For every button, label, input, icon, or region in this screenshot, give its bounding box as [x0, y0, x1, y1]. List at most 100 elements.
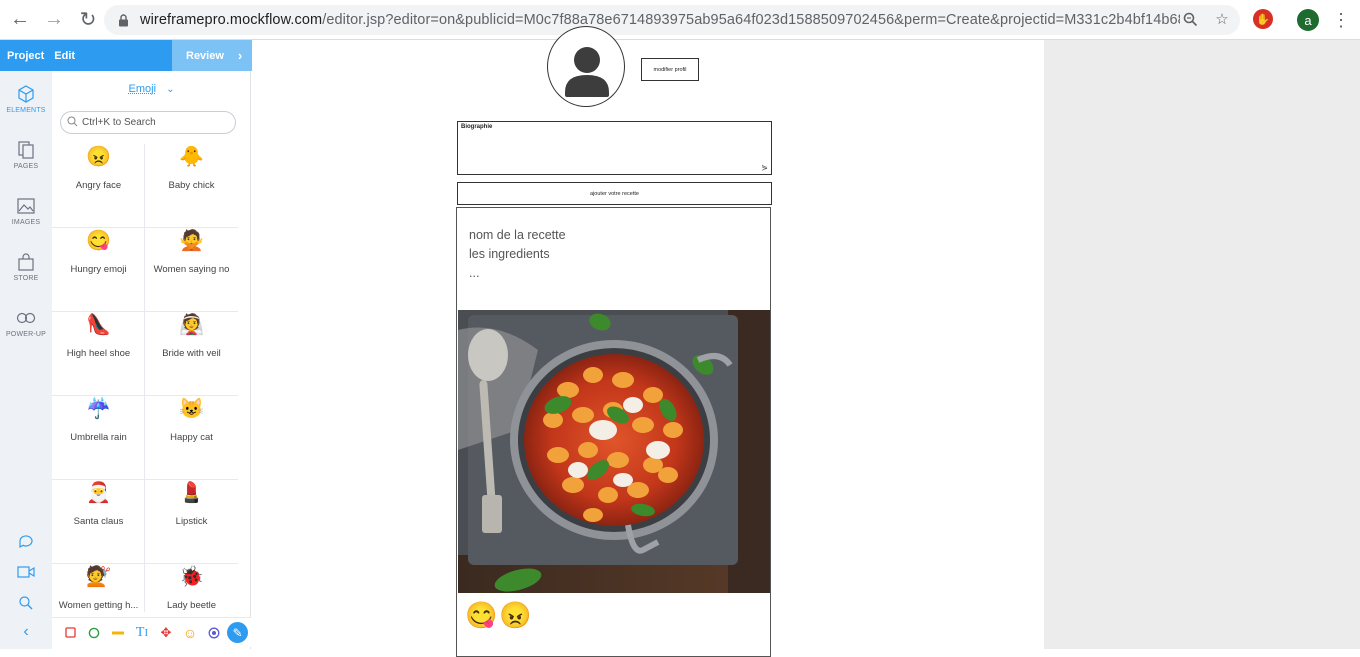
pages-icon: [0, 139, 52, 161]
angry-face-icon[interactable]: 😠: [499, 600, 531, 631]
biographie-textarea[interactable]: Biographie ⋟: [457, 121, 772, 175]
baby-chick-icon: 🐥: [145, 144, 238, 170]
rail-item-label: ELEMENTS: [0, 107, 52, 114]
category-label: Emoji: [129, 83, 157, 95]
collapse-chevron-icon[interactable]: ‹: [0, 623, 52, 641]
smiley-tool-icon[interactable]: ☺: [178, 623, 202, 643]
rail-item-elements[interactable]: ELEMENTS: [0, 83, 52, 114]
rail-item-label: IMAGES: [0, 219, 52, 226]
emoji-item-happy-cat[interactable]: 😺 Happy cat: [145, 396, 238, 480]
emoji-item-women-saying-no[interactable]: 🙅 Women saying no: [145, 228, 238, 312]
reload-icon[interactable]: ↻: [72, 4, 104, 36]
image-icon: [0, 195, 52, 217]
lady-beetle-icon: 🐞: [145, 564, 238, 590]
wireframe-canvas: modifier profil Biographie ⋟ ajouter vot…: [252, 40, 1044, 649]
rail-item-label: POWER-UP: [0, 331, 52, 338]
brush-tool-icon[interactable]: ✎: [227, 622, 248, 643]
emoji-item-bride[interactable]: 👰 Bride with veil: [145, 312, 238, 396]
emoji-label: Women getting h...: [54, 600, 143, 611]
back-icon[interactable]: ←: [4, 4, 36, 36]
emoji-item-lady-beetle[interactable]: 🐞 Lady beetle: [145, 564, 238, 612]
rail-item-label: STORE: [0, 275, 52, 282]
line-tool-icon[interactable]: [106, 623, 130, 643]
shape-toolbar: TI ✥ ☺ ✎: [52, 617, 251, 647]
emoji-label: Angry face: [54, 180, 143, 191]
emoji-item-angry-face[interactable]: 😠 Angry face: [52, 144, 145, 228]
emoji-label: Baby chick: [147, 180, 236, 191]
resize-grip-icon[interactable]: ⋟: [761, 163, 768, 172]
emoji-item-santa[interactable]: 🎅 Santa claus: [52, 480, 145, 564]
emoji-item-high-heel[interactable]: 👠 High heel shoe: [52, 312, 145, 396]
text-tool-label: T: [136, 625, 145, 641]
emoji-label: Women saying no: [147, 264, 236, 275]
rail-item-power-up[interactable]: POWER-UP: [0, 307, 52, 338]
umbrella-rain-icon: ☔: [52, 396, 145, 422]
move-tool-icon[interactable]: ✥: [154, 623, 178, 643]
extension-stop-icon[interactable]: ✋: [1253, 9, 1273, 29]
emoji-label: Lady beetle: [147, 600, 236, 611]
emoji-item-baby-chick[interactable]: 🐥 Baby chick: [145, 144, 238, 228]
rectangle-tool-icon[interactable]: [58, 623, 82, 643]
bio-label: Biographie: [461, 124, 492, 130]
infinity-icon: [0, 307, 52, 329]
search-icon: [67, 116, 78, 130]
chat-icon[interactable]: [0, 533, 52, 554]
address-bar[interactable]: wireframepro.mockflow.com/editor.jsp?edi…: [104, 5, 1240, 35]
hungry-face-icon[interactable]: 😋: [465, 600, 497, 631]
emoji-grid: 😠 Angry face 🐥 Baby chick 😋 Hungry emoji…: [52, 144, 238, 612]
review-button[interactable]: Review ›: [172, 40, 252, 71]
high-heel-icon: 👠: [52, 312, 145, 338]
emoji-label: Bride with veil: [147, 348, 236, 359]
recipe-name: nom de la recette: [469, 226, 566, 245]
recipe-card: nom de la recette les ingredients ... 😋 …: [456, 207, 771, 657]
zoom-search-icon[interactable]: [0, 595, 52, 616]
emoji-label: High heel shoe: [54, 348, 143, 359]
modifier-profil-button[interactable]: modifier profil: [641, 58, 699, 81]
emoji-label: Happy cat: [147, 432, 236, 443]
left-icon-rail: ELEMENTS PAGES IMAGES STORE POWER-UP ‹: [0, 71, 52, 649]
profile-picture-placeholder: [547, 26, 625, 107]
zoom-icon[interactable]: [1182, 12, 1198, 28]
browser-menu-icon[interactable]: ⋮: [1332, 9, 1348, 31]
forward-icon[interactable]: →: [38, 4, 70, 36]
shopping-bag-icon: [0, 251, 52, 273]
search-input[interactable]: Ctrl+K to Search: [60, 111, 236, 134]
recipe-text: nom de la recette les ingredients ...: [469, 226, 566, 283]
santa-icon: 🎅: [52, 480, 145, 506]
review-label: Review: [186, 50, 224, 62]
search-placeholder: Ctrl+K to Search: [82, 117, 156, 128]
tab-project[interactable]: Project: [3, 50, 48, 62]
rail-item-pages[interactable]: PAGES: [0, 139, 52, 170]
woman-gesturing-no-icon: 🙅: [145, 228, 238, 254]
rail-item-store[interactable]: STORE: [0, 251, 52, 282]
editor-topbar: Project Edit Review ›: [0, 40, 252, 71]
emoji-item-umbrella-rain[interactable]: ☔ Umbrella rain: [52, 396, 145, 480]
ajouter-recette-button[interactable]: ajouter votre recette: [457, 182, 772, 205]
text-tool-icon[interactable]: TI: [130, 623, 154, 643]
rail-item-label: PAGES: [0, 163, 52, 170]
lock-icon: [116, 13, 130, 27]
reaction-emojis: 😋 😠: [465, 600, 532, 631]
category-dropdown[interactable]: Emoji ⌄: [52, 83, 251, 95]
circle-tool-icon[interactable]: [82, 623, 106, 643]
recipe-ellipsis: ...: [469, 264, 566, 283]
profile-avatar[interactable]: a: [1297, 9, 1319, 31]
emoji-item-hungry[interactable]: 😋 Hungry emoji: [52, 228, 145, 312]
url-text: wireframepro.mockflow.com/editor.jsp?edi…: [140, 12, 1180, 28]
chevron-down-icon: ⌄: [166, 84, 174, 95]
canvas-gutter: [1044, 40, 1360, 649]
haircut-icon: 💇: [52, 564, 145, 590]
cube-icon: [0, 83, 52, 105]
video-icon[interactable]: [0, 565, 52, 584]
recipe-ingredients: les ingredients: [469, 245, 566, 264]
rail-item-images[interactable]: IMAGES: [0, 195, 52, 226]
tab-edit[interactable]: Edit: [50, 50, 79, 62]
target-tool-icon[interactable]: [202, 623, 226, 643]
recipe-photo: [458, 310, 770, 593]
bookmark-star-icon[interactable]: ☆: [1214, 12, 1230, 28]
emoji-item-lipstick[interactable]: 💄 Lipstick: [145, 480, 238, 564]
emoji-item-haircut[interactable]: 💇 Women getting h...: [52, 564, 145, 612]
browser-toolbar: ← → ↻ wireframepro.mockflow.com/editor.j…: [0, 0, 1360, 40]
angry-face-icon: 😠: [52, 144, 145, 170]
emoji-label: Umbrella rain: [54, 432, 143, 443]
